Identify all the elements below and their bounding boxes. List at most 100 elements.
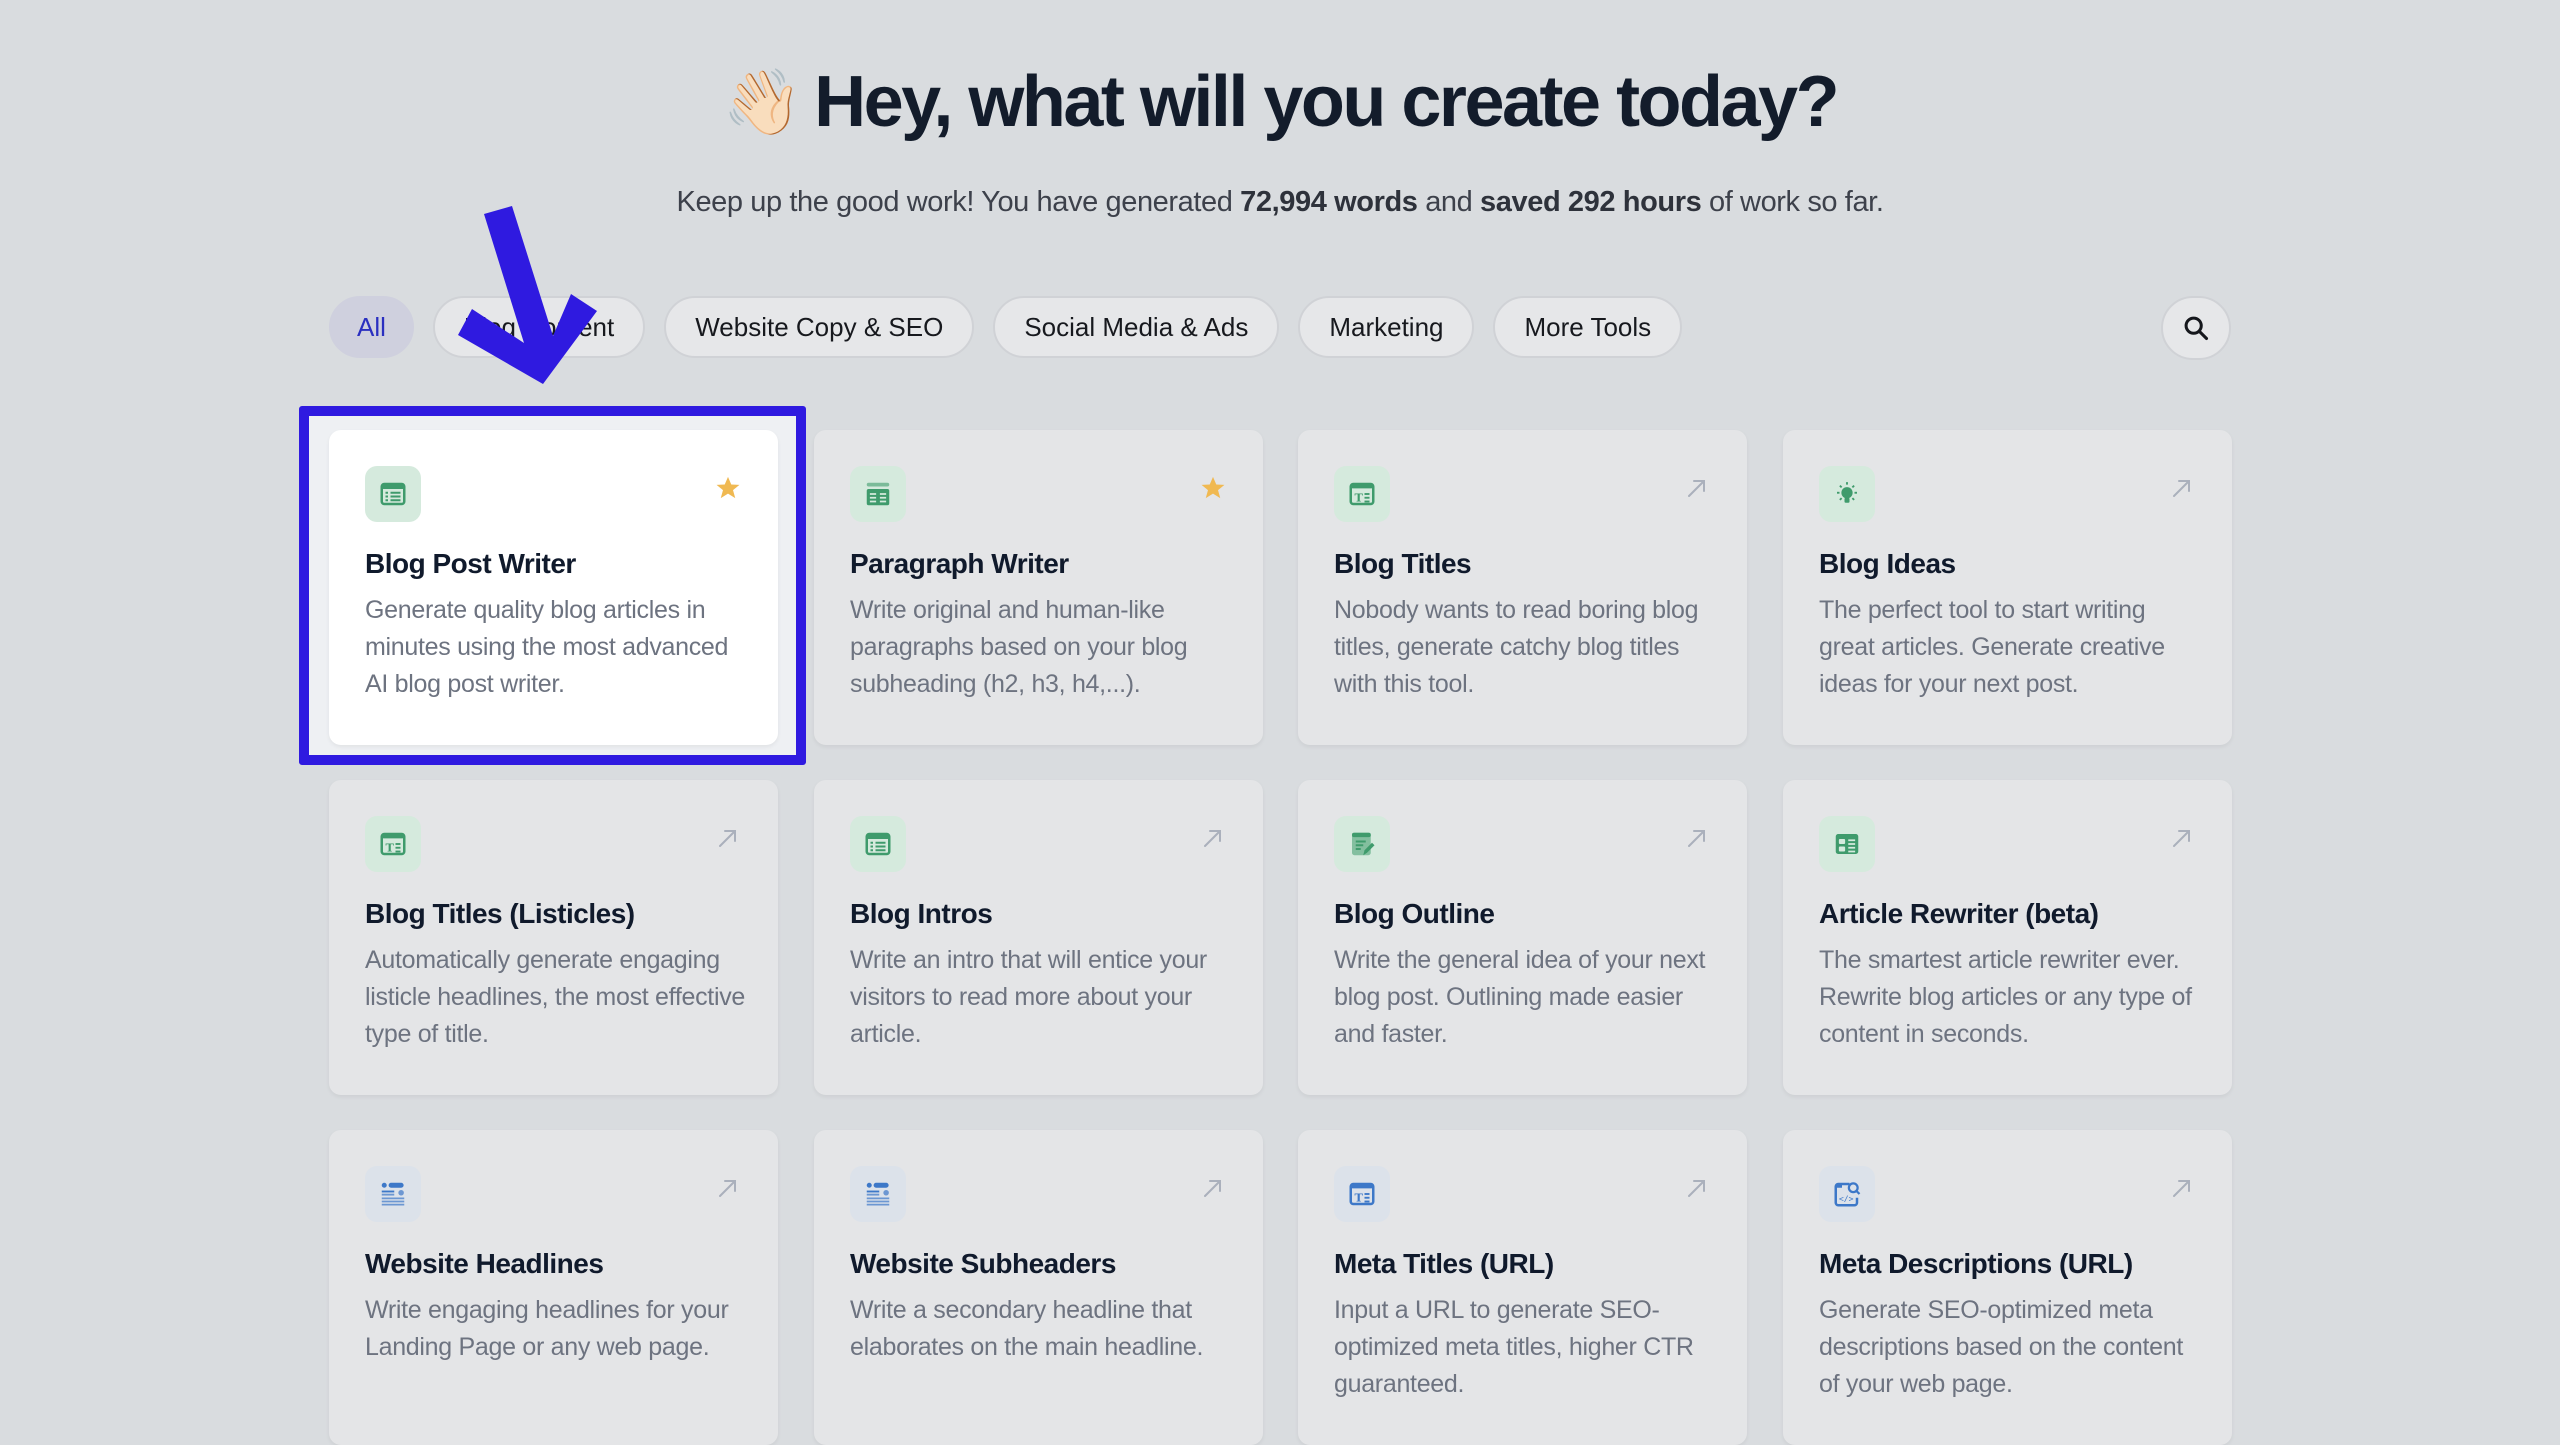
open-tool-button[interactable] — [2168, 824, 2196, 852]
tool-icon-box: T — [1334, 466, 1390, 522]
open-arrow-icon — [1688, 1180, 1705, 1197]
tool-card-meta-titles-url[interactable]: T Meta Titles (URL) Input a URL to gener… — [1298, 1130, 1747, 1445]
search-icon — [2184, 316, 2209, 341]
tool-icon-box: </> — [1819, 1166, 1875, 1222]
hours-saved: saved 292 hours — [1480, 186, 1702, 218]
tool-card-blog-titles-listicles[interactable]: T Blog Titles (Listicles) Automatically … — [329, 780, 778, 1095]
tool-title: Paragraph Writer — [850, 548, 1069, 579]
title-text-icon: T — [1349, 1182, 1375, 1206]
filter-more-tools[interactable]: More Tools — [1493, 296, 1683, 358]
waving-hand-icon: 👋🏻 — [722, 66, 803, 138]
favorite-star-icon — [1201, 476, 1225, 499]
svg-text:</>: </> — [1839, 1194, 1854, 1204]
page-title: 👋🏻 Hey, what will you create today? — [0, 52, 2560, 152]
tool-title: Meta Descriptions (URL) — [1819, 1248, 2133, 1279]
open-arrow-icon — [719, 830, 736, 847]
filter-marketing[interactable]: Marketing — [1298, 296, 1475, 358]
tool-card-website-headlines[interactable]: Website Headlines Write engaging headlin… — [329, 1130, 778, 1445]
document-list-icon — [865, 832, 891, 856]
open-arrow-icon — [2173, 480, 2190, 497]
svg-text:T: T — [386, 841, 395, 855]
filter-all[interactable]: All — [329, 296, 414, 358]
category-filters: All Blog Content Website Copy & SEO Soci… — [329, 296, 1683, 358]
tool-title: Blog Intros — [850, 898, 993, 929]
code-search-icon: </> — [1834, 1182, 1861, 1207]
tool-title: Blog Outline — [1334, 898, 1495, 929]
search-button[interactable] — [2161, 296, 2231, 360]
tool-icon-box — [850, 1166, 906, 1222]
tool-card-blog-outline[interactable]: Blog Outline Write the general idea of y… — [1298, 780, 1747, 1095]
tool-description: The perfect tool to start writing great … — [1819, 596, 2165, 698]
tool-title: Website Subheaders — [850, 1248, 1116, 1279]
tool-title: Blog Titles (Listicles) — [365, 898, 635, 929]
tool-title: Blog Ideas — [1819, 548, 1956, 579]
open-tool-button[interactable] — [1683, 1174, 1711, 1202]
tool-card-article-rewriter-beta[interactable]: Article Rewriter (beta) The smartest art… — [1783, 780, 2232, 1095]
open-arrow-icon — [2173, 830, 2190, 847]
open-arrow-icon — [1688, 830, 1705, 847]
open-tool-button[interactable] — [1683, 474, 1711, 502]
tool-card-blog-intros[interactable]: Blog Intros Write an intro that will ent… — [814, 780, 1263, 1095]
tool-icon-box — [365, 1166, 421, 1222]
document-list-icon — [380, 482, 406, 506]
svg-text:T: T — [1355, 1191, 1364, 1205]
tool-icon-box — [850, 466, 906, 522]
tool-icon-box: T — [1334, 1166, 1390, 1222]
tool-title: Website Headlines — [365, 1248, 604, 1279]
favorite-button[interactable] — [1199, 474, 1227, 502]
tool-icon-box — [850, 816, 906, 872]
tool-description: The smartest article rewriter ever. Rewr… — [1819, 946, 2192, 1048]
tool-description: Write a secondary headline that elaborat… — [850, 1296, 1204, 1361]
tool-card-meta-descriptions-url[interactable]: </> Meta Descriptions (URL) Generate SEO… — [1783, 1130, 2232, 1445]
columns-layout-icon — [1835, 834, 1859, 854]
tool-description: Write an intro that will entice your vis… — [850, 946, 1207, 1048]
filter-website-copy-seo[interactable]: Website Copy & SEO — [664, 296, 975, 358]
favorite-button[interactable] — [714, 474, 742, 502]
tool-icon-box: T — [365, 816, 421, 872]
open-tool-button[interactable] — [714, 1174, 742, 1202]
stats-prefix: Keep up the good work! You have generate… — [676, 186, 1241, 218]
tool-card-website-subheaders[interactable]: Website Subheaders Write a secondary hea… — [814, 1130, 1263, 1445]
tool-icon-box — [365, 466, 421, 522]
open-tool-button[interactable] — [1199, 1174, 1227, 1202]
open-tool-button[interactable] — [714, 824, 742, 852]
tool-description: Write original and human-like paragraphs… — [850, 596, 1188, 698]
open-arrow-icon — [1204, 830, 1221, 847]
lightbulb-icon — [1837, 482, 1857, 503]
filter-social-media-ads[interactable]: Social Media & Ads — [993, 296, 1280, 358]
tool-description: Input a URL to generate SEO-optimized me… — [1334, 1296, 1694, 1398]
tool-card-blog-ideas[interactable]: Blog Ideas The perfect tool to start wri… — [1783, 430, 2232, 745]
open-tool-button[interactable] — [1683, 824, 1711, 852]
title-text-icon: T — [1349, 482, 1375, 506]
tool-title: Blog Post Writer — [365, 548, 576, 579]
stats-middle: and — [1417, 186, 1481, 218]
svg-text:T: T — [1355, 491, 1364, 505]
open-arrow-icon — [1204, 1180, 1221, 1197]
tool-description: Automatically generate engaging listicle… — [365, 946, 746, 1048]
open-tool-button[interactable] — [2168, 1174, 2196, 1202]
title-text-icon: T — [380, 832, 406, 856]
words-generated: 72,994 words — [1240, 186, 1418, 218]
open-tool-button[interactable] — [1199, 824, 1227, 852]
open-arrow-icon — [2173, 1180, 2190, 1197]
webpage-layout-icon — [381, 1182, 405, 1206]
open-arrow-icon — [1688, 480, 1705, 497]
tool-card-blog-post-writer[interactable]: Blog Post Writer Generate quality blog a… — [329, 430, 778, 745]
tool-title: Article Rewriter (beta) — [1819, 898, 2099, 929]
tool-description: Generate quality blog articles in minute… — [365, 596, 729, 698]
open-tool-button[interactable] — [2168, 474, 2196, 502]
stats-summary: Keep up the good work! You have generate… — [0, 180, 2560, 224]
page-title-text: Hey, what will you create today? — [814, 62, 1839, 142]
tool-title: Blog Titles — [1334, 548, 1472, 579]
webpage-layout-icon — [866, 1182, 890, 1206]
tool-card-paragraph-writer[interactable]: Paragraph Writer Write original and huma… — [814, 430, 1263, 745]
tool-card-blog-titles[interactable]: T Blog Titles Nobody wants to read borin… — [1298, 430, 1747, 745]
tool-description: Generate SEO-optimized meta descriptions… — [1819, 1296, 2183, 1398]
document-edit-icon — [1352, 832, 1375, 856]
filter-blog-content[interactable]: Blog Content — [432, 296, 646, 358]
tool-description: Write engaging headlines for your Landin… — [365, 1296, 729, 1361]
open-arrow-icon — [719, 1180, 736, 1197]
tool-icon-box — [1334, 816, 1390, 872]
tool-description: Write the general idea of your next blog… — [1334, 946, 1706, 1048]
paragraph-table-icon — [866, 482, 890, 506]
